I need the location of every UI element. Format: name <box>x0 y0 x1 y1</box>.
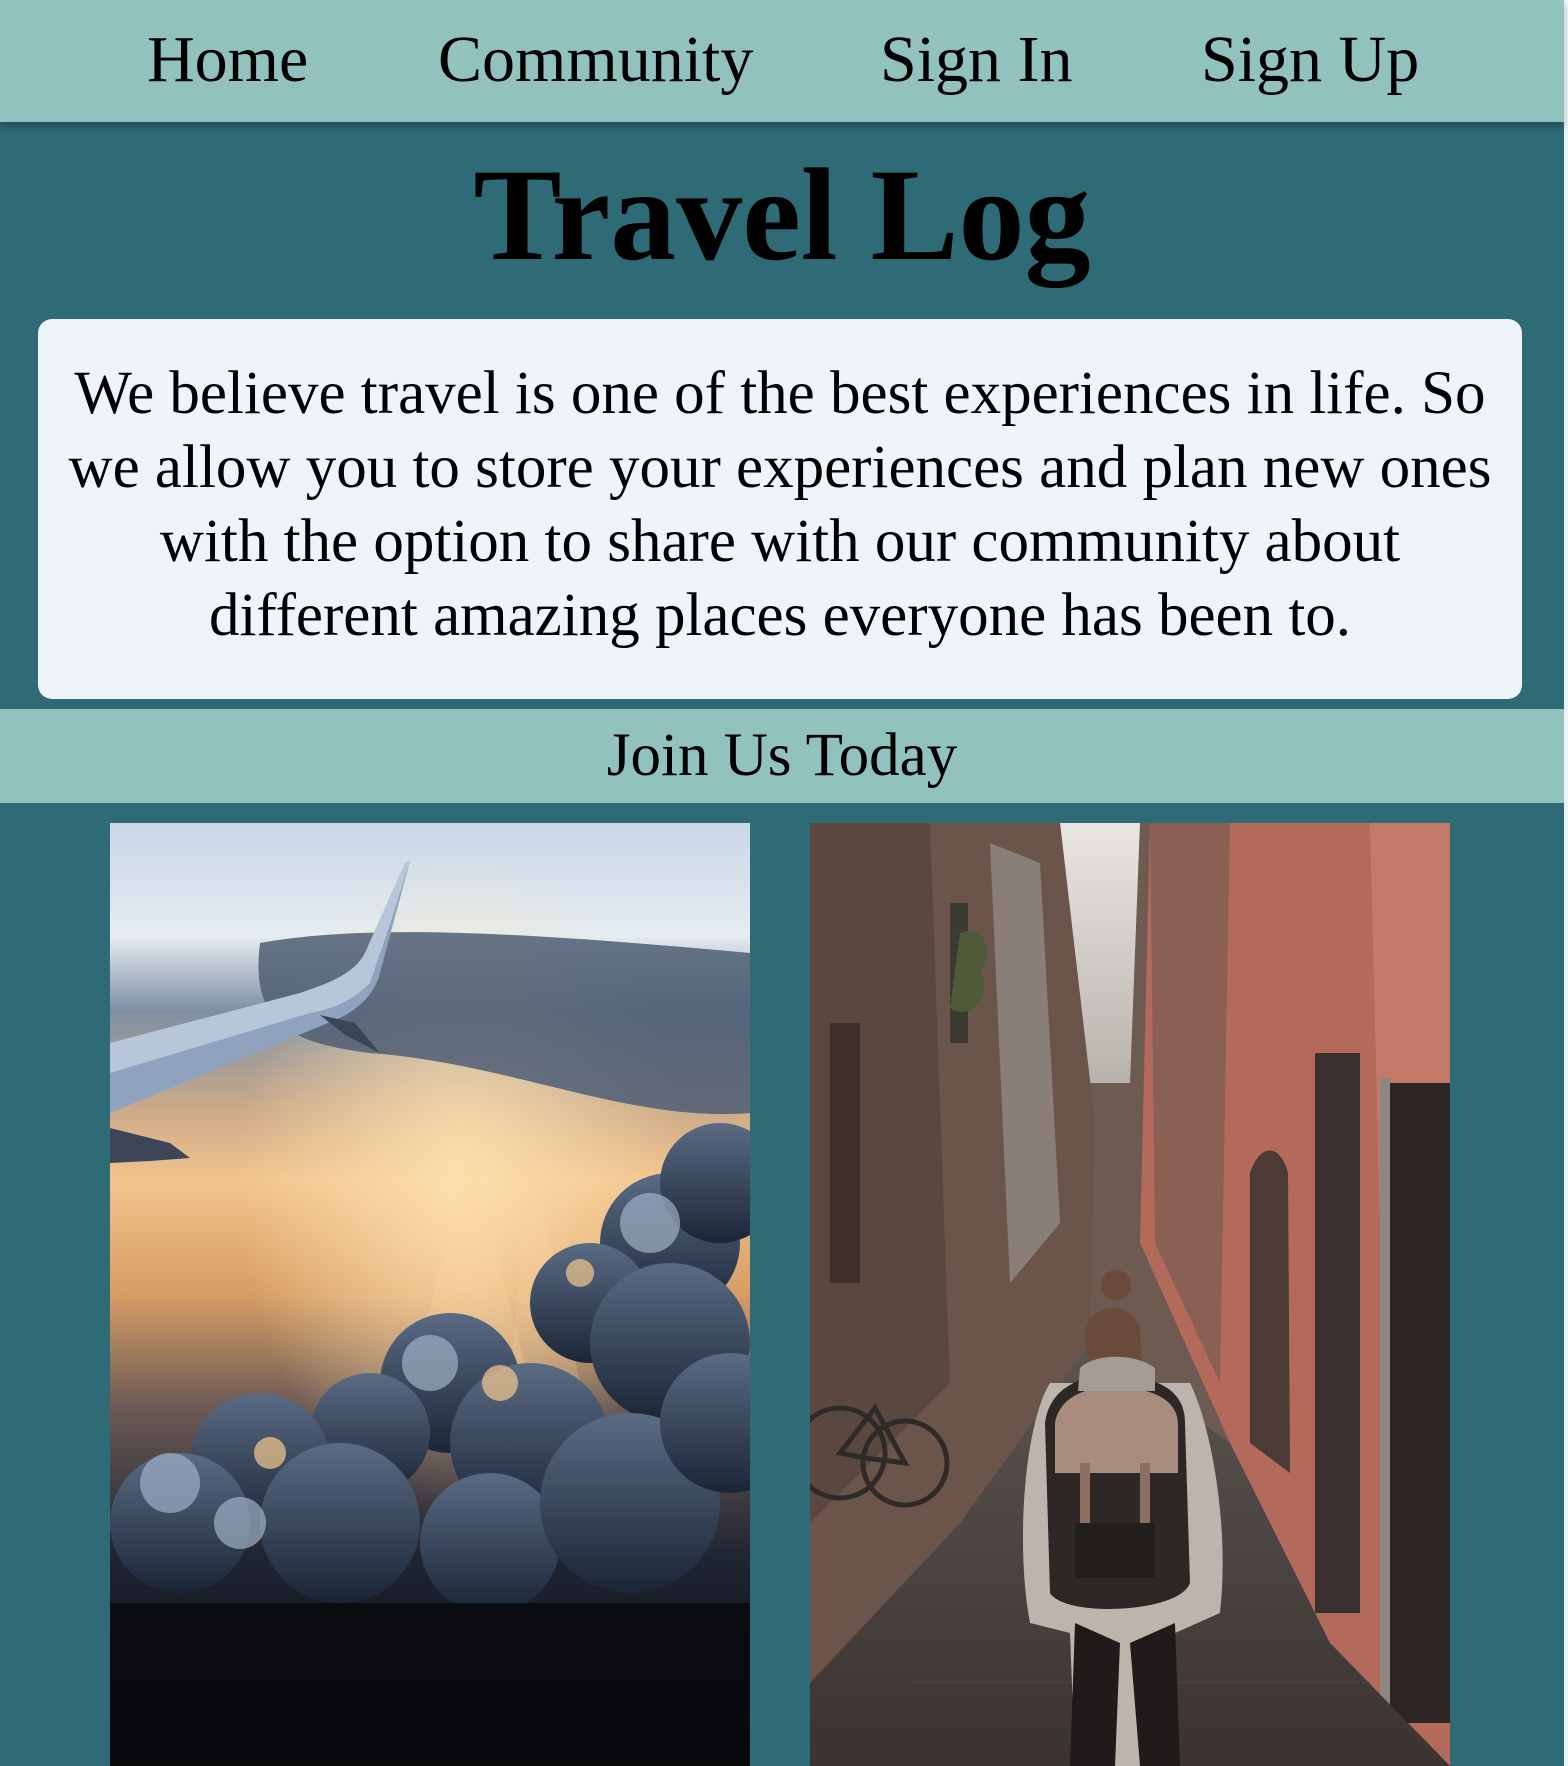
intro-card: We believe travel is one of the best exp… <box>38 319 1522 699</box>
page-edge <box>1564 0 1568 1766</box>
top-navigation: Home Community Sign In Sign Up <box>0 0 1564 122</box>
page-title: Travel Log <box>473 141 1091 288</box>
nav-community-link[interactable]: Community <box>438 22 753 98</box>
nav-sign-up-link[interactable]: Sign Up <box>1201 22 1419 98</box>
nav-home-link[interactable]: Home <box>147 22 308 98</box>
join-us-banner[interactable]: Join Us Today <box>0 709 1564 803</box>
alley-traveler-photo <box>810 823 1450 1766</box>
nav-sign-in-link[interactable]: Sign In <box>880 22 1073 98</box>
airplane-wing-photo <box>110 823 750 1766</box>
intro-text: We believe travel is one of the best exp… <box>68 360 1492 649</box>
